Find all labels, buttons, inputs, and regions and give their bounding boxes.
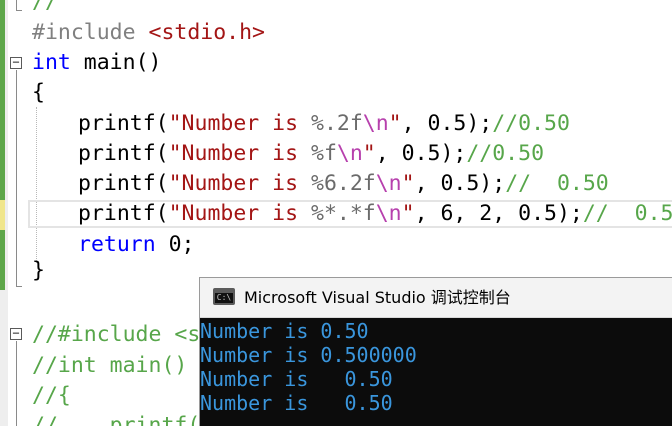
- code-token: printf(: [78, 141, 169, 166]
- code-token: %f: [311, 141, 337, 166]
- fold-guide-end: [16, 286, 22, 287]
- code-line[interactable]: //: [32, 0, 58, 17]
- code-token: // 0.50: [505, 171, 609, 196]
- code-token: , 0.5);: [375, 141, 467, 166]
- change-marker-saved: [0, 230, 5, 290]
- code-token: , 0.5);: [401, 111, 493, 136]
- code-token: "Number is: [168, 141, 311, 166]
- code-line[interactable]: printf("Number is %.2f\n", 0.5);//0.50: [78, 109, 570, 139]
- fold-guide-end: [16, 10, 22, 11]
- code-token: ": [388, 111, 402, 136]
- code-line[interactable]: // printf(": [32, 411, 213, 426]
- console-output-line: Number is 0.50: [200, 391, 393, 415]
- code-line[interactable]: }: [32, 256, 45, 286]
- code-line[interactable]: return 0;: [78, 230, 195, 260]
- code-token: //{: [32, 383, 71, 408]
- code-token: , 6, 2, 0.5);: [414, 201, 583, 226]
- code-token: , 0.5);: [414, 171, 506, 196]
- code-token: %*.*f: [311, 201, 376, 226]
- console-output-line: Number is 0.500000: [200, 343, 417, 367]
- code-line[interactable]: //{: [32, 381, 71, 411]
- code-token: //0.50: [466, 141, 545, 166]
- fold-guide: [16, 70, 17, 286]
- code-line[interactable]: //#include <st: [32, 320, 213, 350]
- code-token: int: [32, 50, 71, 75]
- code-token: "Number is: [168, 201, 311, 226]
- code-token: ": [401, 201, 415, 226]
- code-token: printf(: [78, 171, 169, 196]
- code-line[interactable]: //int main(): [32, 351, 187, 381]
- fold-guide: [16, 341, 17, 426]
- code-token: #include: [32, 20, 149, 45]
- code-token: //int main(): [32, 353, 188, 378]
- change-marker-saved: [0, 0, 5, 200]
- code-token: printf(: [78, 111, 169, 136]
- code-line[interactable]: printf("Number is %6.2f\n", 0.5);// 0.50: [78, 169, 609, 199]
- code-token: ": [401, 171, 415, 196]
- code-token: 0;: [155, 232, 195, 257]
- code-token: %.2f: [311, 111, 363, 136]
- code-token: return: [78, 232, 156, 257]
- code-token: \n: [336, 141, 363, 166]
- change-marker-unsaved: [0, 200, 5, 230]
- console-output-line: Number is 0.50: [200, 367, 393, 391]
- code-token: //: [32, 0, 58, 14]
- code-line[interactable]: {: [32, 78, 45, 108]
- code-token: main(): [70, 50, 162, 75]
- code-token: \n: [362, 111, 389, 136]
- code-token: ": [362, 141, 376, 166]
- collapse-main-button[interactable]: −: [10, 56, 22, 69]
- code-token: //0.50: [492, 111, 570, 136]
- code-token: printf(: [78, 201, 169, 226]
- collapse-comment-block-button[interactable]: −: [10, 327, 22, 340]
- code-token: "Number is: [168, 111, 311, 136]
- code-token: "Number is: [168, 171, 311, 196]
- code-line[interactable]: printf("Number is %f\n", 0.5);//0.50: [78, 139, 544, 169]
- code-line[interactable]: int main(): [32, 48, 161, 78]
- indent-guide: [36, 107, 37, 263]
- console-output-line: Number is 0.50: [200, 319, 369, 343]
- console-title: Microsoft Visual Studio 调试控制台: [244, 288, 511, 307]
- code-token: \n: [375, 201, 402, 226]
- code-line[interactable]: #include <stdio.h>: [32, 18, 265, 48]
- code-token: {: [32, 80, 45, 105]
- fold-guide: [16, 0, 17, 10]
- console-app-icon: C:\: [213, 288, 235, 305]
- code-token: // printf(": [32, 413, 214, 426]
- code-token: \n: [375, 171, 402, 196]
- debug-console-window[interactable]: C:\ Microsoft Visual Studio 调试控制台 Number…: [199, 277, 672, 426]
- console-titlebar[interactable]: C:\ Microsoft Visual Studio 调试控制台: [200, 278, 672, 318]
- code-token: //#include <st: [32, 322, 214, 347]
- code-token: %6.2f: [311, 171, 376, 196]
- code-token: <stdio.h>: [148, 20, 266, 45]
- code-token: // 0.50: [582, 201, 672, 226]
- code-token: }: [32, 258, 45, 283]
- code-line[interactable]: printf("Number is %*.*f\n", 6, 2, 0.5);/…: [78, 199, 672, 229]
